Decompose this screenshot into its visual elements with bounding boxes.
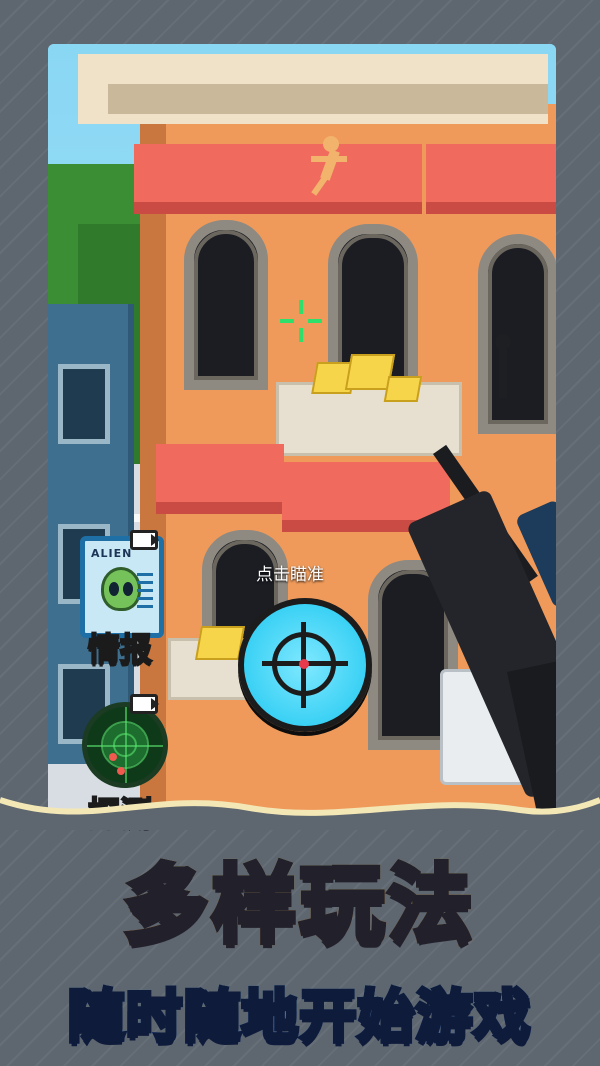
intel-button[interactable]: ALIEN 情报 [58, 530, 178, 669]
aim-button[interactable] [238, 598, 372, 732]
sniper-rifle [405, 444, 556, 820]
card-title: ALIEN [91, 547, 133, 560]
roof-cornice-lower [108, 84, 548, 114]
aim-hint-text: 点击瞄准 [256, 565, 324, 585]
awning [426, 144, 556, 214]
promo-headline: 多样玩法 [121, 853, 476, 957]
target-stickman[interactable] [303, 136, 353, 196]
gold-block [195, 626, 245, 660]
building-window [478, 234, 556, 434]
awning [134, 144, 264, 214]
crosshair-icon [299, 659, 309, 669]
aim-crosshair [280, 300, 322, 342]
alien-file-icon: ALIEN [80, 536, 164, 638]
video-camera-icon [130, 530, 159, 550]
awning [156, 444, 284, 514]
building-window [184, 220, 268, 390]
radar-icon [82, 702, 168, 788]
gold-block [383, 376, 423, 402]
video-camera-icon [130, 694, 159, 714]
scene-bottom-wave [0, 797, 600, 830]
promo-subline: 随时随地开始游戏 [66, 983, 533, 1053]
left-building-window [58, 364, 110, 444]
intel-button-label: 情报 [87, 629, 153, 669]
hidden-target-silhouette[interactable] [493, 334, 513, 404]
alien-icon [101, 567, 141, 611]
